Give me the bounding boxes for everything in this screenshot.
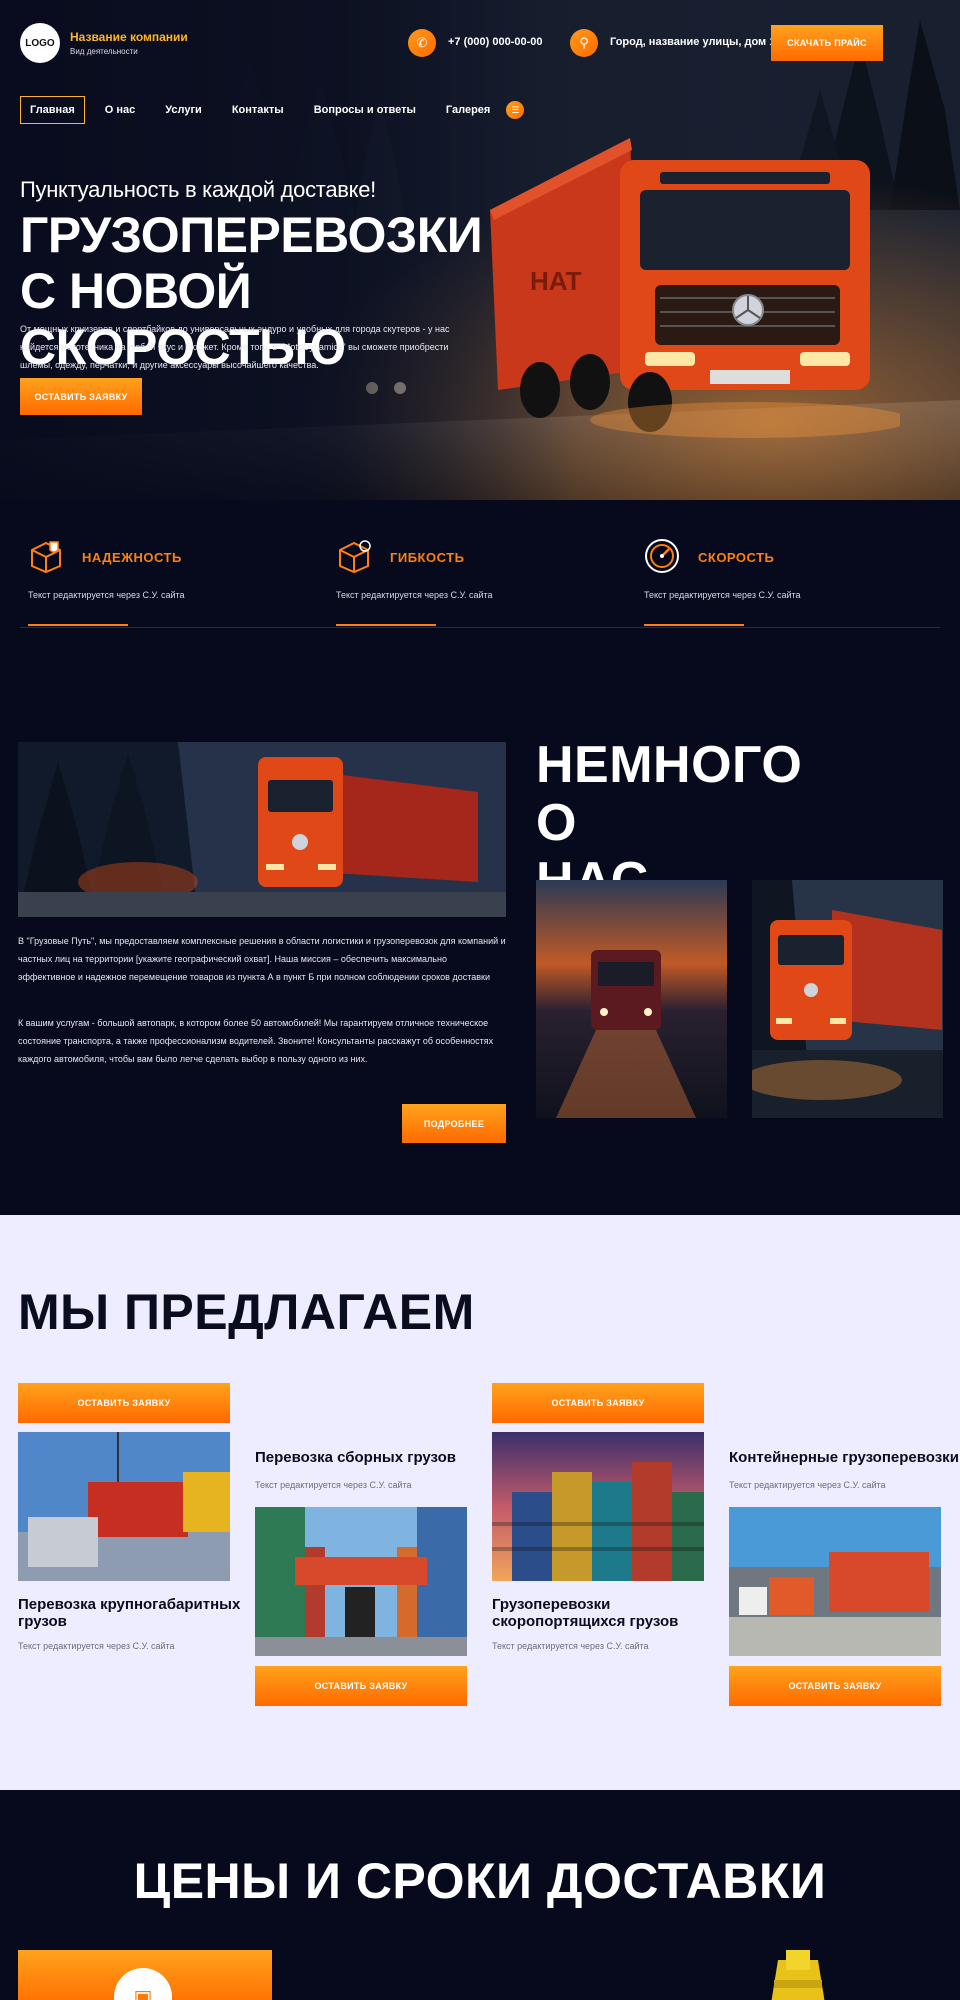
download-price-button[interactable]: СКАЧАТЬ ПРАЙС — [771, 25, 883, 61]
prices-title: ЦЕНЫ И СРОКИ ДОСТАВКИ — [133, 1853, 827, 1909]
nav-item-home[interactable]: Главная — [20, 96, 85, 124]
card-3-text: Текст редактируется через С.У. сайта — [492, 1641, 649, 1651]
svg-text:HAT: HAT — [530, 266, 582, 296]
about-paragraph-1: В "Грузовые Путь", мы предоставляем комп… — [18, 936, 506, 982]
hero-request-button[interactable]: ОСТАВИТЬ ЗАЯВКУ — [20, 378, 142, 415]
card-4-image — [729, 1507, 941, 1656]
hero-section: HAT LOGO Название компании Вид деятельно… — [0, 0, 960, 500]
company-name: Название компании — [70, 30, 188, 44]
prices-section: ЦЕНЫ И СРОКИ ДОСТАВКИ ▣ — [0, 1790, 960, 2000]
feature-underline — [336, 624, 436, 626]
feature-title: ГИБКОСТЬ — [390, 550, 465, 565]
feature-title: СКОРОСТЬ — [698, 550, 775, 565]
card-3-image — [492, 1432, 704, 1581]
hero-description: От мощных круизеров и спортбайков до уни… — [20, 324, 450, 370]
speedometer-icon — [645, 539, 679, 573]
yellow-cargo-image — [771, 1950, 825, 2000]
about-title-line1: НЕМНОГО О — [536, 736, 803, 852]
card-1-image — [18, 1432, 230, 1581]
about-section: НЕМНОГО О НАС В "Грузовые Путь", мы — [0, 700, 960, 1215]
about-image-sunset-truck — [536, 880, 727, 1118]
about-main-image — [18, 742, 506, 917]
card-3-title: Грузоперевозки скоропортящихся грузов — [492, 1596, 679, 1630]
nav-item-gallery[interactable]: Галерея — [436, 96, 500, 124]
card-2-title: Перевозка сборных грузов — [255, 1449, 457, 1466]
card-2-text: Текст редактируется через С.У. сайта — [255, 1480, 412, 1490]
phone-number[interactable]: +7 (000) 000-00-00 — [448, 36, 542, 48]
feature-underline — [644, 624, 744, 626]
offer-section: МЫ ПРЕДЛАГАЕМ ОСТАВИТЬ ЗАЯВКУ Перевозка … — [0, 1215, 960, 1790]
feature-text: Текст редактируется через С.У. сайта — [336, 590, 493, 600]
feature-text: Текст редактируется через С.У. сайта — [28, 590, 185, 600]
card-2-image — [255, 1507, 467, 1656]
offer-title: МЫ ПРЕДЛАГАЕМ — [18, 1284, 475, 1340]
feature-text: Текст редактируется через С.У. сайта — [644, 590, 801, 600]
about-more-button[interactable]: ПОДРОБНЕЕ — [402, 1104, 506, 1143]
features-section: НАДЕЖНОСТЬ Текст редактируется через С.У… — [0, 500, 960, 700]
box-arrows-icon — [339, 540, 371, 574]
card-4-request-button[interactable]: ОСТАВИТЬ ЗАЯВКУ — [729, 1666, 941, 1706]
logo[interactable]: LOGO — [20, 23, 60, 63]
company-activity: Вид деятельности — [70, 47, 138, 56]
about-paragraph-2: К вашим услугам - большой автопарк, в ко… — [18, 1018, 494, 1064]
shield-box-icon — [31, 541, 61, 574]
card-1-request-button[interactable]: ОСТАВИТЬ ЗАЯВКУ — [18, 1383, 230, 1423]
hero-truck-image: HAT — [490, 138, 900, 438]
card-1-text: Текст редактируется через С.У. сайта — [18, 1641, 175, 1651]
box-icon: ▣ — [114, 1968, 172, 2000]
features-divider — [20, 627, 940, 628]
header-bar: LOGO Название компании Вид деятельности … — [0, 0, 960, 88]
main-nav: Главная О нас Услуги Контакты Вопросы и … — [20, 95, 525, 125]
phone-icon: ✆ — [408, 29, 436, 57]
nav-item-contacts[interactable]: Контакты — [222, 96, 294, 124]
feature-title: НАДЕЖНОСТЬ — [82, 550, 182, 565]
card-1-title: Перевозка крупногабаритных грузов — [18, 1596, 241, 1630]
card-2-request-button[interactable]: ОСТАВИТЬ ЗАЯВКУ — [255, 1666, 467, 1706]
card-4-text: Текст редактируется через С.У. сайта — [729, 1480, 886, 1490]
address: Город, название улицы, дом 1 — [610, 36, 776, 48]
card-4-title: Контейнерные грузоперевозки — [729, 1449, 959, 1466]
card-3-request-button[interactable]: ОСТАВИТЬ ЗАЯВКУ — [492, 1383, 704, 1423]
price-card: ▣ — [18, 1950, 272, 2000]
nav-item-services[interactable]: Услуги — [155, 96, 212, 124]
nav-item-about[interactable]: О нас — [95, 96, 146, 124]
about-image-orange-truck — [752, 880, 943, 1118]
hero-title-line1: ГРУЗОПЕРЕВОЗКИ — [20, 207, 483, 263]
menu-icon[interactable]: ☰ — [506, 101, 525, 119]
hero-tagline: Пунктуальность в каждой доставке! — [20, 177, 376, 202]
location-icon: ⚲ — [570, 29, 598, 57]
feature-underline — [28, 624, 128, 626]
nav-item-faq[interactable]: Вопросы и ответы — [304, 96, 426, 124]
